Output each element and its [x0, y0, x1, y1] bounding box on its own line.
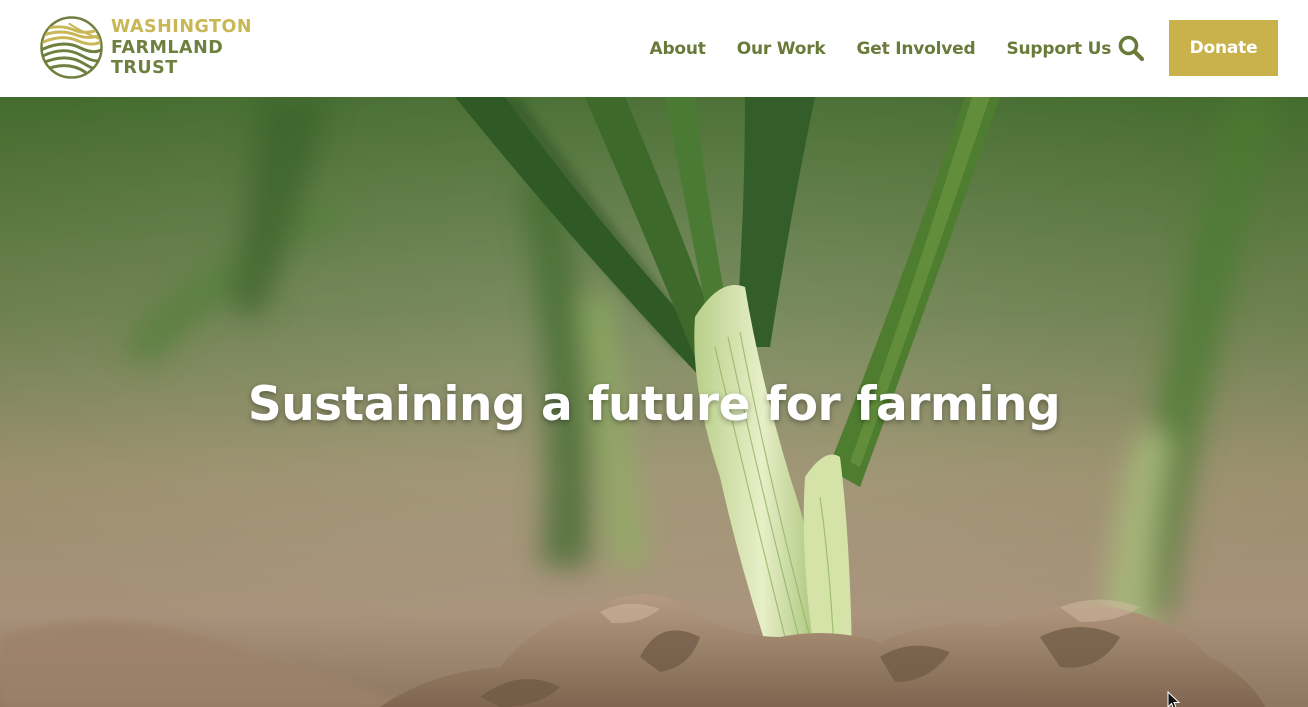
- hero-banner: Sustaining a future for farming: [0, 97, 1308, 707]
- logo-wordmark: WASHINGTON FARMLAND TRUST: [111, 17, 252, 79]
- logo-line-trust: TRUST: [111, 58, 178, 78]
- mouse-pointer-icon: [1167, 691, 1181, 707]
- search-button[interactable]: [1117, 34, 1145, 62]
- nav-item-get-involved[interactable]: Get Involved: [841, 39, 991, 59]
- nav-item-our-work[interactable]: Our Work: [721, 39, 841, 59]
- search-icon: [1118, 35, 1145, 62]
- donate-button[interactable]: Donate: [1169, 20, 1278, 76]
- site-header: WASHINGTON FARMLAND TRUST About Our Work…: [0, 0, 1308, 97]
- site-logo[interactable]: WASHINGTON FARMLAND TRUST: [40, 16, 265, 80]
- logo-line-washington: WASHINGTON: [111, 17, 252, 37]
- main-nav: About Our Work Get Involved Support Us: [634, 34, 1127, 64]
- farmland-emblem-icon: [40, 16, 103, 79]
- hero-title: Sustaining a future for farming: [247, 377, 1061, 432]
- nav-item-about[interactable]: About: [634, 39, 721, 59]
- logo-line-farmland: FARMLAND: [111, 37, 224, 58]
- nav-item-support-us[interactable]: Support Us: [991, 39, 1127, 59]
